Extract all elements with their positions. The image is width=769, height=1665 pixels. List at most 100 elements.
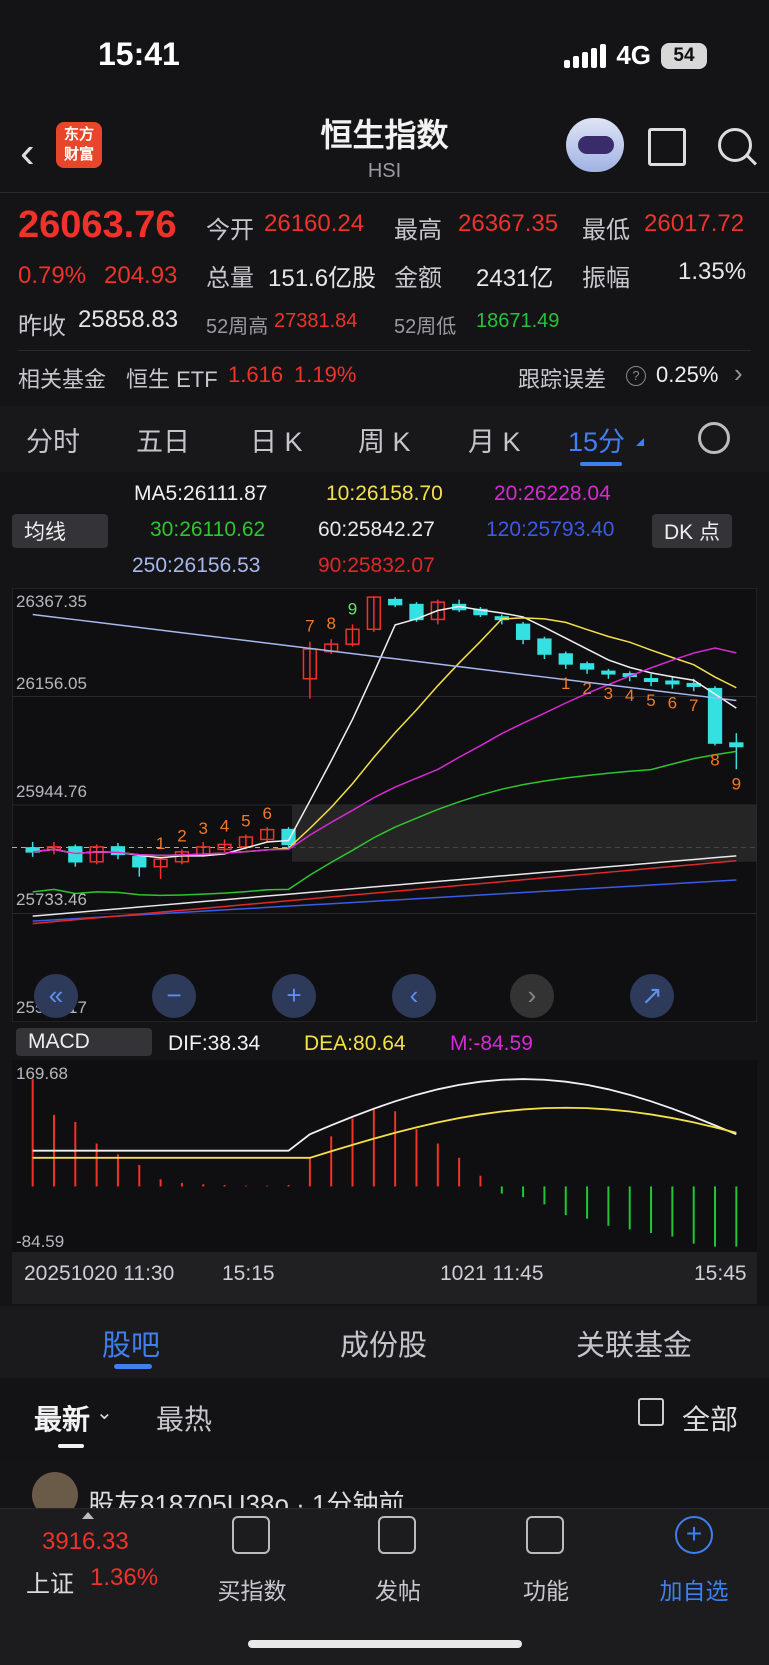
- candlestick-chart[interactable]: 1 2 3 4 5 67 891 2 3 4 5 6 789: [12, 588, 757, 1022]
- nav-buy-index[interactable]: 买指数: [214, 1572, 290, 1606]
- low-label: 最低: [582, 217, 630, 244]
- amplitude-value: 1.35%: [678, 258, 747, 285]
- amplitude-label: 振幅: [582, 265, 630, 292]
- tab-daily-k[interactable]: 日 K: [250, 420, 303, 459]
- share-icon[interactable]: [648, 128, 686, 166]
- td-mark-down: 5: [646, 691, 655, 710]
- sort-hot[interactable]: 最热: [156, 1398, 212, 1438]
- macd-selector[interactable]: MACD: [16, 1028, 152, 1056]
- fullscreen-icon[interactable]: ↗: [630, 974, 674, 1018]
- zoom-out-icon[interactable]: −: [152, 974, 196, 1018]
- post-edit-icon[interactable]: [378, 1516, 416, 1554]
- volume-value: 151.6亿股: [268, 265, 377, 292]
- td-mark-down: 6: [668, 694, 677, 713]
- y-axis-label-3: 25944.76: [16, 782, 87, 801]
- related-fund-bar[interactable]: [0, 352, 769, 402]
- candle-body: [558, 653, 573, 665]
- td-mark-up: 1: [156, 834, 165, 853]
- index-name[interactable]: 上证: [26, 1564, 74, 1599]
- time-label-3: 1021 11:45: [440, 1262, 544, 1285]
- filter-icon[interactable]: [638, 1398, 664, 1426]
- chevron-down-icon[interactable]: ⌄: [96, 1400, 113, 1425]
- macd-top-label: 169.68: [16, 1064, 68, 1083]
- nav-add-watchlist[interactable]: 加自选: [656, 1572, 732, 1606]
- fund-name[interactable]: 恒生 ETF: [126, 362, 218, 394]
- nav-post[interactable]: 发帖: [370, 1572, 426, 1606]
- change-value: 204.93: [104, 262, 178, 289]
- gap-zone: [292, 805, 757, 862]
- track-error-label: 跟踪误差: [518, 367, 607, 392]
- macd-chart: [12, 1060, 757, 1252]
- td-mark-up: 5: [241, 812, 250, 831]
- macd-dea: DEA:80.64: [304, 1032, 406, 1055]
- high-label: 最高: [394, 217, 442, 244]
- candle-body: [68, 846, 83, 863]
- scroll-start-icon[interactable]: «: [34, 974, 78, 1018]
- scroll-left-icon[interactable]: ‹: [392, 974, 436, 1018]
- sort-latest[interactable]: 最新: [34, 1398, 90, 1438]
- tab-constituents[interactable]: 成份股: [340, 1322, 427, 1364]
- candle-body: [643, 678, 659, 682]
- index-pct[interactable]: 1.36%: [90, 1564, 158, 1592]
- tab-guba[interactable]: 股吧: [102, 1322, 160, 1364]
- candle-body: [132, 856, 147, 868]
- battery-icon: 54: [661, 42, 707, 69]
- tab-monthly-k[interactable]: 月 K: [468, 420, 521, 459]
- tab-active-indicator: [580, 462, 622, 466]
- ma60-value: 60:25842.27: [318, 518, 435, 541]
- index-value[interactable]: 3916.33: [42, 1528, 129, 1556]
- w52-high-label: 52周高: [206, 316, 269, 338]
- ma5-value: MA5:26111.87: [134, 482, 268, 505]
- network-label: 4G: [616, 40, 651, 70]
- functions-grid-icon[interactable]: [526, 1516, 564, 1554]
- w52-low-value: 18671.49: [476, 310, 560, 332]
- tab-intraday[interactable]: 分时: [26, 420, 80, 459]
- volume-label: 总量: [206, 265, 254, 292]
- prev-close-label: 昨收: [18, 313, 66, 340]
- dk-point-button[interactable]: DK 点: [652, 514, 732, 548]
- macd-background: [12, 1060, 757, 1252]
- td-mark-down: 1: [561, 674, 570, 693]
- candle-body: [579, 663, 595, 670]
- time-label-2: 15:15: [222, 1262, 275, 1285]
- low-value: 26017.72: [644, 210, 745, 237]
- time-label-4: 15:45: [694, 1262, 747, 1285]
- macd-dif: DIF:38.34: [168, 1032, 261, 1055]
- zoom-in-icon[interactable]: +: [272, 974, 316, 1018]
- w52-low-label: 52周低: [394, 316, 457, 338]
- add-watchlist-icon[interactable]: +: [675, 1516, 713, 1554]
- td-mark-down: 3: [604, 684, 613, 703]
- tab-related-funds[interactable]: 关联基金: [576, 1322, 692, 1364]
- ma120-value: 120:25793.40: [486, 518, 615, 541]
- post-preview[interactable]: 股友818705U38o · 1分钟前: [88, 1484, 404, 1508]
- quote-divider: [18, 350, 751, 351]
- help-icon[interactable]: ?: [626, 366, 646, 386]
- y-axis-label-2: 26156.05: [16, 674, 87, 693]
- robot-face: [578, 136, 614, 154]
- buy-index-icon[interactable]: [232, 1516, 270, 1554]
- td-mark-up: 2: [177, 826, 186, 845]
- amount-label: 金额: [394, 265, 442, 292]
- scroll-right-icon[interactable]: ›: [510, 974, 554, 1018]
- macd-bottom-label: -84.59: [16, 1232, 65, 1251]
- ma30-value: 30:26110.62: [150, 518, 266, 541]
- filter-all[interactable]: 全部: [682, 1398, 738, 1438]
- amount-value: 2431亿: [476, 265, 554, 292]
- chevron-right-icon[interactable]: ›: [734, 358, 743, 389]
- tab-15min[interactable]: 15分: [568, 420, 625, 459]
- status-time: 15:41: [98, 36, 180, 72]
- track-error-value: 0.25%: [656, 362, 719, 387]
- nav-functions[interactable]: 功能: [518, 1572, 574, 1606]
- ma-selector[interactable]: 均线: [12, 514, 108, 548]
- gear-icon[interactable]: [698, 422, 730, 454]
- td-mark-up2: 8: [326, 614, 335, 633]
- td-mark-up: 4: [220, 817, 229, 836]
- tab-five-day[interactable]: 五日: [136, 420, 190, 459]
- y-axis-label-4: 25733.46: [16, 890, 87, 909]
- ma250-value: 250:26156.53: [132, 554, 261, 577]
- prev-close-value: 25858.83: [78, 306, 179, 333]
- td-mark-down: 9: [732, 774, 741, 793]
- candle-body: [388, 598, 403, 606]
- tab-weekly-k[interactable]: 周 K: [358, 420, 411, 459]
- fund-price: 1.616: [228, 362, 284, 387]
